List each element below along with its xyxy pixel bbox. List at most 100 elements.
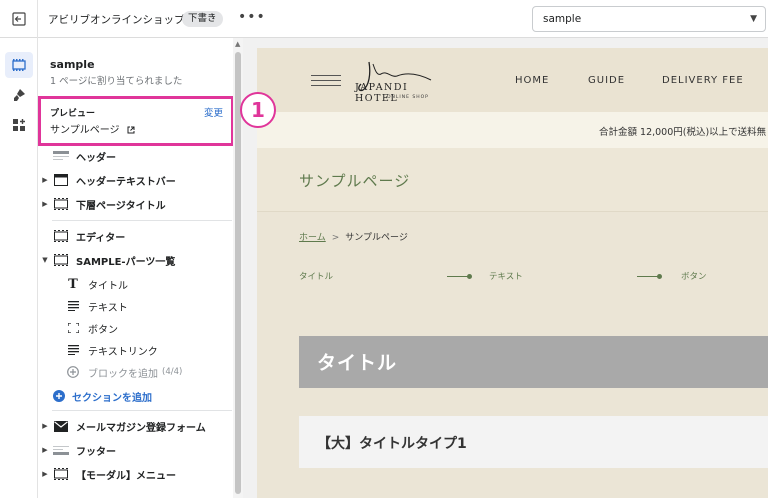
block-title[interactable]: T タイトル — [64, 273, 234, 295]
nav-delivery-fee[interactable]: DELIVERY FEE — [662, 75, 744, 86]
anchor-dot — [467, 274, 472, 279]
title-type-block: 【大】タイトルタイプ1 — [299, 416, 768, 468]
block-button[interactable]: ボタン — [64, 317, 234, 339]
icon-rail — [0, 38, 38, 498]
sections-tab[interactable] — [5, 52, 33, 78]
callout-number: 1 — [240, 92, 276, 128]
anchor-link-text[interactable]: テキスト — [489, 270, 523, 282]
footer-icon — [52, 444, 70, 456]
add-block-button[interactable]: ブロックを追加 (4/4) — [64, 361, 234, 383]
chevron-down-icon: ▼ — [750, 14, 757, 24]
section-sub-page-title[interactable]: ▶ 下層ページタイトル — [38, 193, 233, 215]
mail-icon — [52, 420, 70, 432]
exit-icon — [11, 12, 26, 26]
preview-canvas: JAPANDI HOTEL ONLINE SHOP HOME GUIDE DEL… — [243, 38, 768, 498]
block-text[interactable]: テキスト — [64, 295, 234, 317]
add-circle-icon — [64, 366, 82, 378]
sections-icon — [12, 59, 26, 71]
anchor-link-button[interactable]: ボタン — [681, 270, 707, 282]
page-template-value: sample — [543, 13, 582, 25]
shipping-notice: 合計金額 12,000円(税込)以上で送料無 — [599, 127, 767, 138]
section-footer[interactable]: ▶ フッター — [38, 439, 233, 461]
title-type-text: 【大】タイトルタイプ1 — [317, 436, 467, 452]
preview-page-name: サンプルページ — [50, 125, 120, 136]
more-actions-button[interactable]: ••• — [238, 9, 266, 25]
block-label: テキストリンク — [88, 346, 158, 358]
section-label: メールマガジン登録フォーム — [76, 422, 206, 434]
parts-title-text: タイトル — [317, 352, 398, 374]
section-mail-magazine[interactable]: ▶ メールマガジン登録フォーム — [38, 415, 233, 437]
apps-grid-icon — [13, 119, 25, 131]
section-header-text-bar[interactable]: ▶ ヘッダーテキストバー — [38, 169, 233, 191]
scrollbar-thumb[interactable] — [235, 52, 241, 494]
add-section-label: セクションを追加 — [72, 392, 152, 404]
preview-page-link[interactable]: サンプルページ — [50, 121, 135, 136]
anchor-line — [637, 276, 659, 277]
header-icon — [52, 150, 70, 162]
preview-label: プレビュー — [50, 109, 96, 119]
divider — [52, 410, 232, 411]
template-assignment: 1 ページに割り当てられました — [50, 76, 183, 87]
text-t-icon: T — [68, 276, 78, 292]
site-header: JAPANDI HOTEL ONLINE SHOP HOME GUIDE DEL… — [257, 48, 768, 112]
header-text-bar: 合計金額 12,000円(税込)以上で送料無 — [257, 112, 768, 148]
change-preview-link[interactable]: 変更 — [204, 105, 223, 119]
store-name: アビリブオンラインショップ — [48, 14, 185, 26]
section-label: 【モーダル】メニュー — [76, 470, 176, 482]
sections-sidebar: sample 1 ページに割り当てられました プレビュー 変更 サンプルページ … — [38, 38, 243, 498]
section-sample-parts[interactable]: ▼ SAMPLE-パーツ一覧 — [38, 249, 233, 271]
section-header[interactable]: ヘッダー — [38, 145, 233, 167]
exit-button[interactable] — [0, 0, 38, 38]
storefront-preview[interactable]: JAPANDI HOTEL ONLINE SHOP HOME GUIDE DEL… — [257, 48, 768, 498]
editor-topbar: アビリブオンラインショップ 下書き ••• sample ▼ — [0, 0, 768, 38]
nav-guide[interactable]: GUIDE — [588, 75, 625, 86]
status-badge: 下書き — [182, 11, 223, 27]
section-modal-menu[interactable]: ▶ 【モーダル】メニュー — [38, 463, 233, 485]
page-title: サンプルページ — [299, 172, 411, 190]
section-label: フッター — [76, 446, 116, 458]
section-label: ヘッダー — [76, 152, 116, 164]
anchor-dot — [657, 274, 662, 279]
expand-arrow-icon[interactable]: ▶ — [38, 470, 52, 478]
site-logo[interactable]: JAPANDI HOTEL ONLINE SHOP — [347, 56, 437, 108]
anchor-line — [447, 276, 469, 277]
divider — [52, 220, 232, 221]
parts-title-block: タイトル — [299, 336, 768, 388]
collapse-arrow-icon[interactable]: ▼ — [38, 256, 52, 264]
logo-wordmark: JAPANDI HOTEL — [355, 82, 409, 104]
add-section-button[interactable]: セクションを追加 — [38, 385, 233, 407]
section-icon — [52, 174, 70, 186]
expand-arrow-icon[interactable]: ▶ — [38, 422, 52, 430]
text-lines-icon — [64, 300, 82, 312]
block-text-link[interactable]: テキストリンク — [64, 339, 234, 361]
apps-tab[interactable] — [5, 112, 33, 138]
block-label: テキスト — [88, 302, 128, 314]
block-count: (4/4) — [162, 367, 183, 377]
logo-tagline: ONLINE SHOP — [387, 95, 429, 100]
sub-page-title-band: サンプルページ — [257, 148, 768, 212]
section-icon — [52, 230, 70, 242]
template-name: sample — [50, 58, 95, 71]
breadcrumb-separator: > — [331, 233, 340, 243]
expand-arrow-icon[interactable]: ▶ — [38, 176, 52, 184]
nav-home[interactable]: HOME — [515, 75, 549, 86]
anchor-link-title[interactable]: タイトル — [299, 270, 333, 282]
block-label: ブロックを追加 — [88, 368, 158, 380]
page-template-select[interactable]: sample ▼ — [532, 6, 766, 32]
section-editor[interactable]: エディター — [38, 225, 233, 247]
breadcrumb: ホーム > サンプルページ — [299, 230, 408, 243]
section-label: エディター — [76, 232, 126, 244]
button-frame-icon — [64, 322, 82, 334]
expand-arrow-icon[interactable]: ▶ — [38, 200, 52, 208]
section-icon — [52, 254, 70, 266]
add-circle-icon — [52, 390, 66, 402]
breadcrumb-home-link[interactable]: ホーム — [299, 233, 326, 243]
section-icon — [52, 468, 70, 480]
hamburger-menu-icon[interactable] — [311, 75, 341, 90]
paint-brush-icon — [14, 89, 25, 101]
preview-page-box: プレビュー 変更 サンプルページ — [38, 96, 234, 146]
expand-arrow-icon[interactable]: ▶ — [38, 446, 52, 454]
theme-settings-tab[interactable] — [5, 82, 33, 108]
block-label: タイトル — [88, 280, 128, 292]
scroll-up-icon[interactable]: ▲ — [235, 40, 240, 48]
